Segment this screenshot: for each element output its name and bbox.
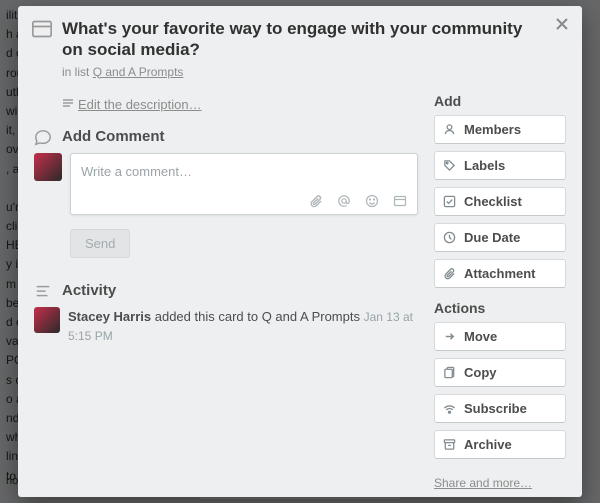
members-button[interactable]: Members	[434, 115, 566, 144]
subscribe-button[interactable]: Subscribe	[434, 394, 566, 423]
card-sidebar: Add Members Labels Checklist Due Date At…	[434, 91, 566, 490]
add-comment-heading: Add Comment	[34, 128, 418, 145]
copy-button[interactable]: Copy	[434, 358, 566, 387]
activity-text: Stacey Harris added this card to Q and A…	[68, 307, 418, 346]
card-list-info: in list Q and A Prompts	[62, 65, 532, 79]
card-title[interactable]: What's your favorite way to engage with …	[62, 18, 532, 61]
edit-description-link[interactable]: Edit the description…	[62, 97, 418, 112]
labels-button[interactable]: Labels	[434, 151, 566, 180]
activity-heading: Activity	[34, 282, 418, 299]
move-button[interactable]: Move	[434, 322, 566, 351]
activity-item: Stacey Harris added this card to Q and A…	[34, 307, 418, 346]
attachment-icon[interactable]	[309, 194, 323, 208]
comment-input[interactable]	[71, 154, 417, 190]
avatar[interactable]	[34, 153, 62, 181]
due-date-button[interactable]: Due Date	[434, 223, 566, 252]
card-header: What's your favorite way to engage with …	[18, 6, 582, 83]
card-detail-modal: What's your favorite way to engage with …	[18, 6, 582, 497]
activity-icon	[34, 283, 52, 301]
comment-toolbar	[71, 190, 417, 214]
comment-icon	[34, 129, 52, 147]
mention-icon[interactable]	[337, 194, 351, 208]
activity-user[interactable]: Stacey Harris	[68, 309, 151, 324]
card-embed-icon[interactable]	[393, 194, 407, 208]
emoji-icon[interactable]	[365, 194, 379, 208]
comment-composer	[34, 153, 418, 215]
sidebar-add-title: Add	[434, 93, 566, 109]
main-column: Edit the description… Add Comment	[34, 91, 418, 490]
checklist-button[interactable]: Checklist	[434, 187, 566, 216]
share-and-more-link[interactable]: Share and more…	[434, 476, 532, 490]
archive-button[interactable]: Archive	[434, 430, 566, 459]
attachment-button[interactable]: Attachment	[434, 259, 566, 288]
send-button[interactable]: Send	[70, 229, 130, 258]
card-icon	[32, 20, 52, 38]
comment-box	[70, 153, 418, 215]
list-name-link[interactable]: Q and A Prompts	[93, 65, 184, 79]
avatar[interactable]	[34, 307, 60, 333]
sidebar-actions-title: Actions	[434, 300, 566, 316]
